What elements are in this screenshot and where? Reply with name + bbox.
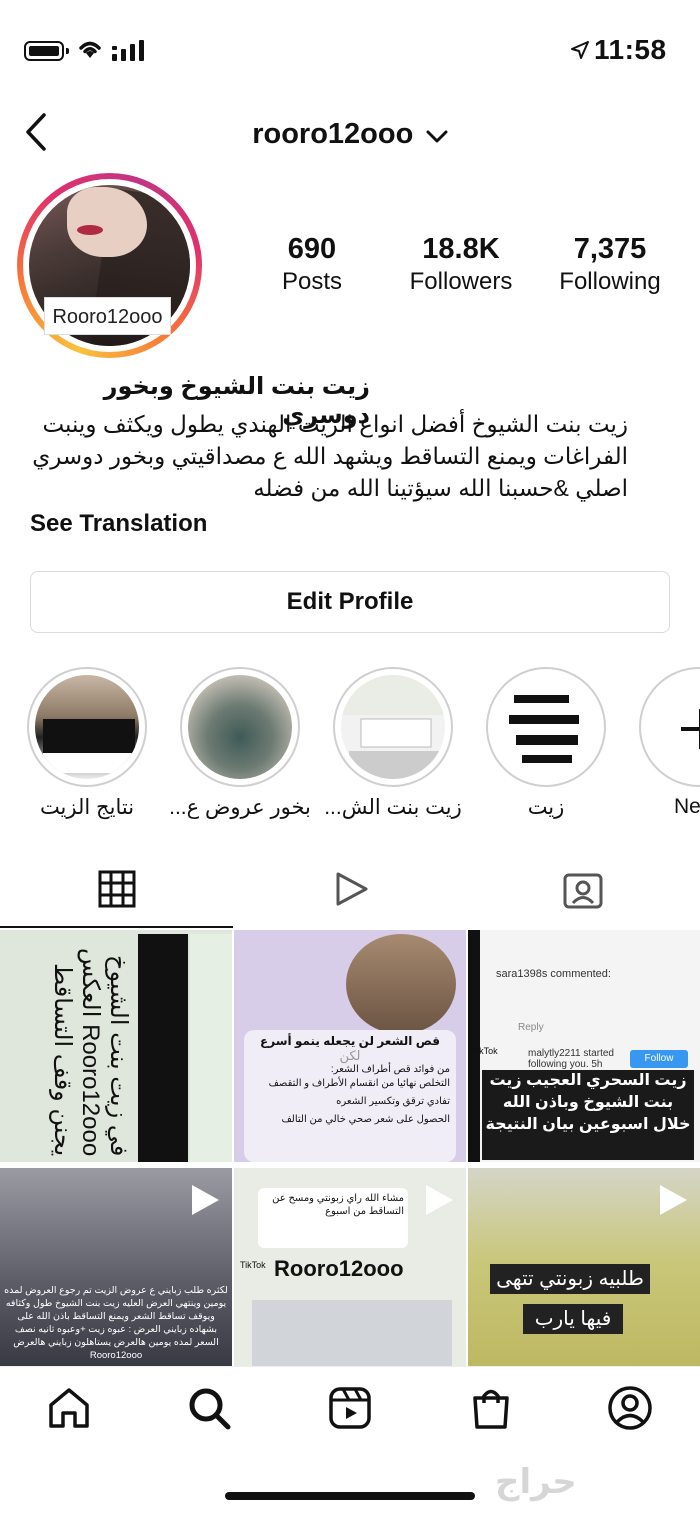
tiktok-watermark: TikTok — [240, 1260, 266, 1270]
highlight-label: بخور عروض ع... — [169, 796, 311, 819]
highlight-label: زيت بنت الش... — [324, 796, 462, 819]
wifi-icon — [79, 41, 101, 58]
username[interactable]: rooro12ooo — [252, 118, 413, 150]
post-caption-line: فيها يارب — [523, 1304, 623, 1334]
new-highlight[interactable]: Ne — [639, 667, 700, 819]
chevron-down-icon[interactable] — [426, 130, 448, 144]
avatar-label: Rooro12ooo — [44, 297, 171, 335]
tiktok-watermark: TikTok — [472, 1046, 498, 1056]
post-thumbnail[interactable]: في زيت بنت الشيوخ Rooro12ooo العكس يجنن … — [0, 930, 232, 1162]
post-watermark: Rooro12ooo — [274, 1256, 404, 1281]
follow-button: Follow — [630, 1050, 688, 1068]
post-bullet: تفادي ترقق وتكسير الشعره — [336, 1096, 450, 1107]
play-icon — [660, 1185, 687, 1215]
post-grid: في زيت بنت الشيوخ Rooro12ooo العكس يجنن … — [0, 930, 700, 1400]
username-header[interactable]: rooro12ooo — [0, 118, 700, 151]
location-arrow-icon — [571, 41, 589, 59]
highlight-item[interactable]: بخور عروض ع... — [169, 667, 311, 820]
follow-notice: malytly2211 started following you. 5h — [528, 1048, 614, 1070]
highlight-label: نتايج الزيت — [39, 796, 135, 819]
post-bullet: التخلص نهائيا من انقسام الأطراف و التقصف — [268, 1078, 450, 1089]
signal-icon — [112, 40, 144, 61]
haraj-watermark: حراج — [495, 1463, 577, 1501]
plus-icon — [681, 709, 700, 749]
posts-stat[interactable]: 690 Posts — [242, 232, 382, 298]
bio-text: زيت بنت الشيوخ أفضل انواع الزيت الهندي ي… — [32, 411, 628, 501]
play-icon — [426, 1185, 453, 1215]
edit-profile-button[interactable]: Edit Profile — [30, 571, 670, 633]
followers-stat[interactable]: 18.8K Followers — [391, 232, 531, 298]
post-caption: زيت السحري العجيب زيت بنت الشيوخ وباذن ا… — [482, 1070, 694, 1160]
post-thumbnail[interactable]: قص الشعر لن يجعله ينمو أسرع لكن من فوائد… — [234, 930, 466, 1162]
highlight-label: Ne — [674, 795, 700, 818]
profile-icon[interactable] — [607, 1385, 653, 1431]
reels-icon[interactable] — [327, 1385, 373, 1431]
highlight-item[interactable]: زيت — [486, 667, 606, 820]
post-text: في زيت بنت الشيوخ Rooro12ooo العكس يجنن … — [49, 947, 132, 1156]
highlight-item[interactable]: نتايج الزيت — [27, 667, 147, 820]
followers-label: Followers — [409, 268, 513, 295]
post-thumbnail[interactable]: sara1398s commented: Reply malytly2211 s… — [468, 930, 700, 1162]
post-title: قص الشعر لن يجعله ينمو أسرع — [260, 1034, 440, 1048]
comment-author: sara1398s commented: — [496, 968, 611, 980]
followers-count: 18.8K — [422, 233, 500, 265]
post-text: مشاء الله راي زبونتي ومسح عن التساقط من … — [258, 1188, 408, 1248]
reply-link: Reply — [518, 1022, 544, 1033]
posts-label: Posts — [281, 268, 343, 295]
home-indicator — [225, 1492, 475, 1500]
active-tab-indicator — [0, 926, 233, 928]
reels-icon[interactable] — [332, 870, 370, 908]
grid-icon[interactable] — [98, 870, 136, 908]
following-count: 7,375 — [573, 233, 647, 265]
post-intro: من فوائد قص أطراف الشعر: — [330, 1064, 450, 1075]
post-caption-line: طلبيه زبونتي تتهى — [490, 1264, 650, 1294]
post-bullet: الحصول على شعر صحي خالي من التالف — [281, 1114, 450, 1125]
highlight-label: زيت — [527, 796, 565, 819]
see-translation-link[interactable]: See Translation — [30, 510, 207, 538]
play-icon — [192, 1185, 219, 1215]
search-icon[interactable] — [186, 1385, 232, 1431]
highlight-item[interactable]: زيت بنت الش... — [324, 667, 462, 820]
following-label: Following — [559, 268, 661, 295]
status-bar: 11:58 — [0, 0, 700, 100]
battery-icon — [24, 41, 69, 61]
following-stat[interactable]: 7,375 Following — [540, 232, 680, 298]
shop-icon[interactable] — [468, 1385, 514, 1431]
post-subtitle: لكن — [339, 1048, 361, 1063]
home-icon[interactable] — [46, 1385, 92, 1431]
status-time: 11:58 — [594, 34, 667, 65]
posts-count: 690 — [287, 233, 337, 265]
tagged-icon[interactable] — [563, 870, 603, 910]
